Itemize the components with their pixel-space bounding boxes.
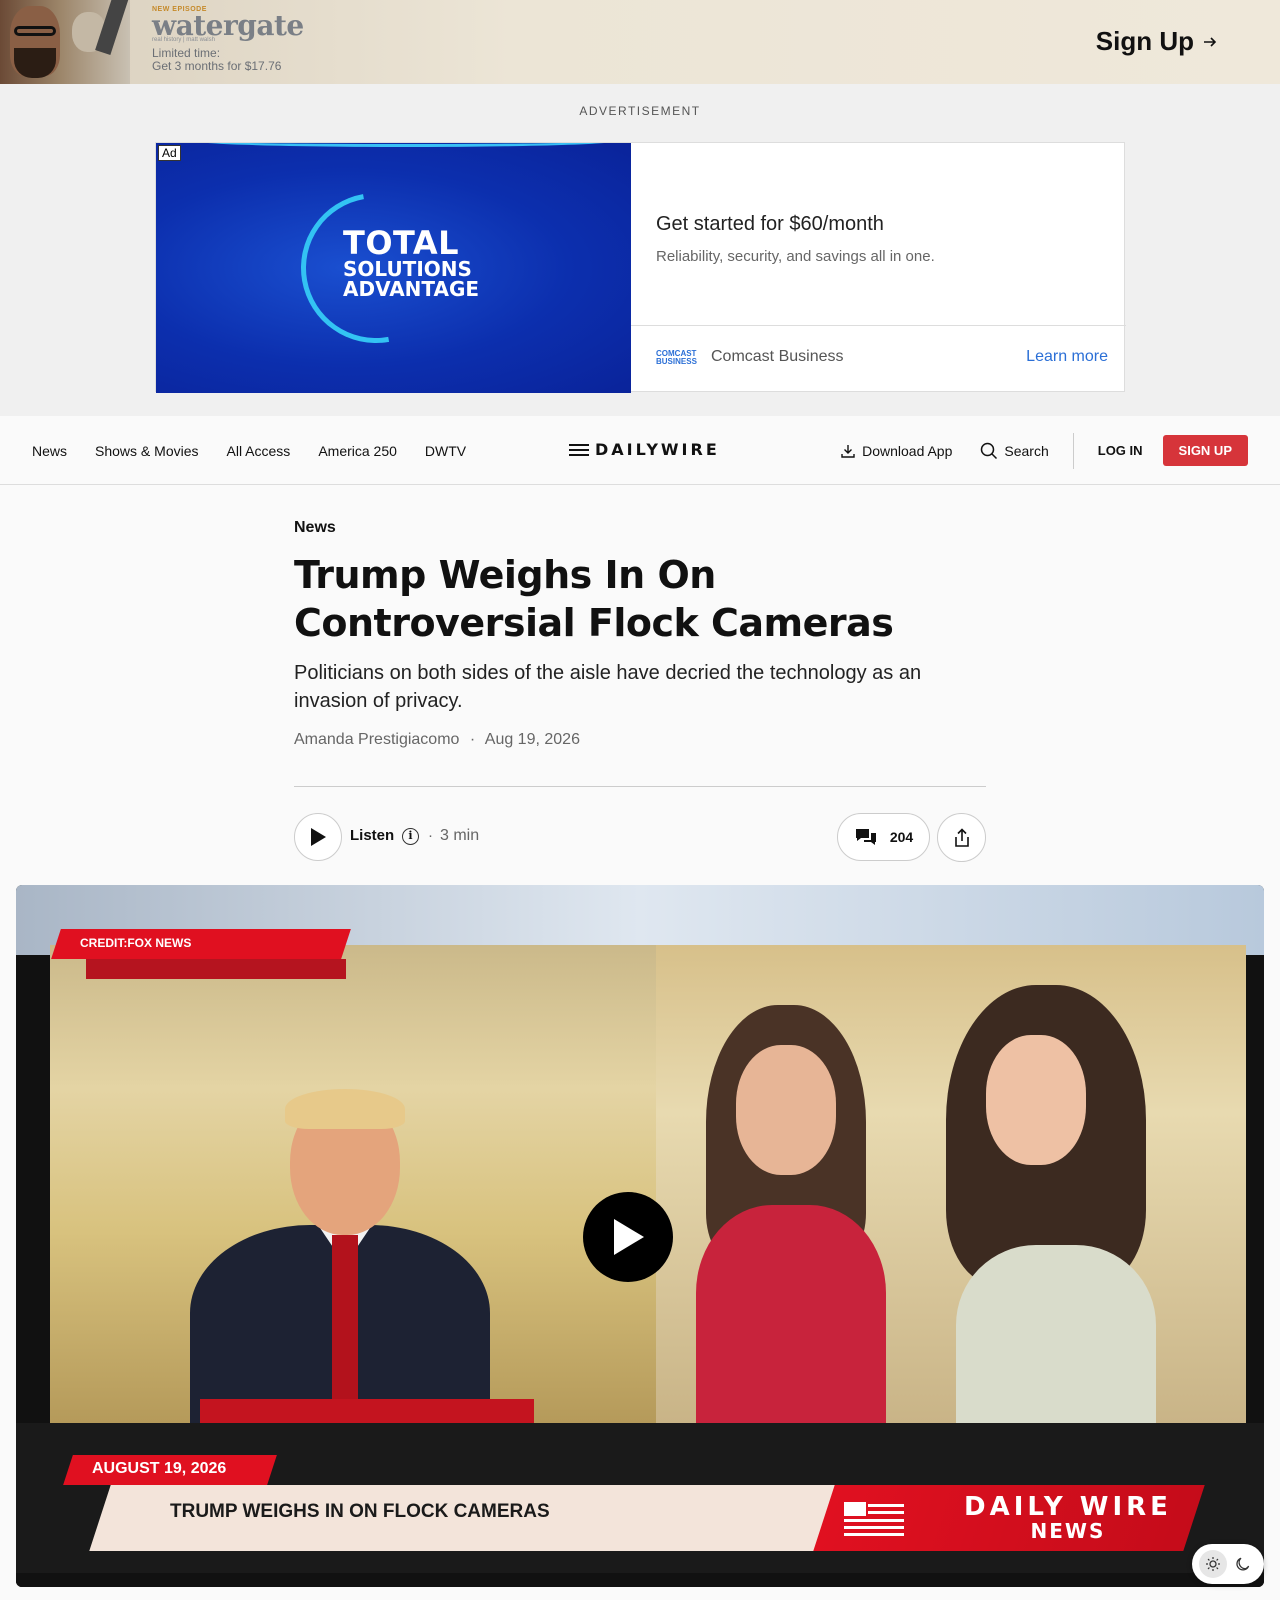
logo-mark-icon	[569, 443, 589, 456]
ad-headline[interactable]: Get started for $60/month	[656, 213, 935, 236]
listen-play-button[interactable]	[294, 813, 342, 861]
ad-card[interactable]: Ad TOTAL SOLUTIONS ADVANTAGE Get started…	[155, 142, 1126, 393]
lower-third-headline: TRUMP WEIGHS IN ON FLOCK CAMERAS	[170, 1501, 550, 1522]
ad-footer: COMCAST BUSINESS Comcast Business Learn …	[631, 325, 1126, 393]
moon-icon[interactable]	[1229, 1550, 1257, 1578]
sun-icon[interactable]	[1199, 1550, 1227, 1578]
download-app-link[interactable]: Download App	[840, 443, 952, 459]
download-icon	[841, 444, 855, 458]
arrow-right-icon	[1204, 36, 1217, 47]
search-icon	[981, 442, 998, 459]
brand-line1: DAILY WIRE	[964, 1492, 1172, 1522]
learn-more-link[interactable]: Learn more	[1026, 348, 1108, 366]
brand-line2: NEWS	[1030, 1519, 1106, 1543]
search-label: Search	[1004, 442, 1049, 459]
nav-links: News Shows & Movies All Access America 2…	[32, 416, 466, 485]
nav-actions: Download App Search LOG IN SIGN UP	[840, 416, 1248, 485]
ad-visual-line3: ADVANTAGE	[343, 277, 480, 301]
video-person-center	[696, 1005, 886, 1425]
theme-toggle[interactable]	[1192, 1544, 1264, 1584]
advertiser-name: Comcast Business	[711, 348, 844, 365]
comments-button[interactable]: 204	[837, 813, 930, 861]
video-lower-third: AUGUST 19, 2026 TRUMP WEIGHS IN ON FLOCK…	[16, 1423, 1264, 1587]
listen-separator: ·	[428, 827, 433, 844]
promo-signup-button[interactable]: Sign Up	[1096, 26, 1218, 57]
promo-banner[interactable]: NEW EPISODE watergate real history | mat…	[0, 0, 1280, 84]
advertiser-logo-line2: BUSINESS	[656, 357, 697, 366]
lower-third-date: AUGUST 19, 2026	[92, 1460, 227, 1477]
share-icon	[954, 827, 969, 847]
listen-label[interactable]: Listen	[350, 827, 394, 844]
site-nav: News Shows & Movies All Access America 2…	[0, 416, 1280, 485]
ad-visual[interactable]: Ad TOTAL SOLUTIONS ADVANTAGE	[156, 143, 631, 393]
signup-button[interactable]: SIGN UP	[1162, 435, 1248, 466]
video-play-button[interactable]	[583, 1192, 673, 1282]
share-button[interactable]	[937, 813, 986, 862]
author-name[interactable]: Amanda Prestigiacomo	[294, 731, 459, 748]
nav-link-dwtv[interactable]: DWTV	[425, 443, 466, 459]
login-button[interactable]: LOG IN	[1098, 443, 1143, 458]
article-category[interactable]: News	[294, 519, 336, 537]
promo-text: NEW EPISODE watergate real history | mat…	[152, 6, 304, 73]
flag-icon	[844, 1502, 904, 1536]
comments-icon	[855, 829, 876, 845]
promo-title: watergate	[152, 9, 304, 42]
dailywire-logo[interactable]: DAILYWIRE	[569, 440, 720, 459]
video-person-right	[946, 985, 1176, 1445]
logo-text: DAILYWIRE	[595, 440, 720, 459]
search-button[interactable]: Search	[980, 442, 1049, 460]
ad-zone: ADVERTISEMENT Ad TOTAL SOLUTIONS ADVANTA…	[0, 84, 1280, 416]
play-icon	[311, 828, 326, 846]
ad-badge: Ad	[158, 145, 181, 161]
video-credit: CREDIT:FOX NEWS	[80, 936, 192, 950]
nav-link-america-250[interactable]: America 250	[318, 443, 397, 459]
nav-link-all-access[interactable]: All Access	[227, 443, 291, 459]
nav-divider	[1072, 432, 1074, 469]
comment-count: 204	[889, 829, 914, 845]
video-player[interactable]: CREDIT:FOX NEWS AUGUST 19, 2026 TRUMP WE…	[16, 885, 1264, 1587]
download-app-label: Download App	[862, 442, 953, 459]
promo-offer-line2: Get 3 months for $17.76	[152, 59, 282, 73]
promo-signup-label: Sign Up	[1095, 26, 1194, 56]
video-person-left	[190, 1089, 490, 1445]
article-dek: Politicians on both sides of the aisle h…	[294, 662, 922, 712]
article-actions: Listen i · 3 min 204	[294, 813, 986, 862]
video-frame-left	[50, 945, 656, 1445]
ad-visual-text: TOTAL SOLUTIONS ADVANTAGE	[343, 227, 479, 299]
video-bottom-strip	[16, 1573, 1264, 1587]
ad-visual-line2: SOLUTIONS	[343, 257, 472, 281]
ad-visual-line1: TOTAL	[343, 224, 460, 262]
ad-copy[interactable]: Get started for $60/month Reliability, s…	[656, 213, 935, 265]
publish-date: Aug 19, 2026	[484, 731, 580, 748]
ad-label: ADVERTISEMENT	[579, 104, 701, 118]
header-divider	[294, 786, 986, 787]
byline: Amanda Prestigiacomo · Aug 19, 2026	[294, 731, 580, 749]
live-bar	[86, 959, 346, 979]
comcast-business-logo: COMCAST BUSINESS	[656, 350, 697, 366]
byline-separator: ·	[469, 731, 476, 748]
listen-duration: 3 min	[440, 827, 480, 844]
nav-link-shows-movies[interactable]: Shows & Movies	[95, 443, 198, 459]
info-icon[interactable]: i	[402, 828, 419, 845]
nav-link-news[interactable]: News	[32, 443, 67, 459]
article-headline: Trump Weighs In On Controversial Flock C…	[294, 553, 894, 645]
breaking-news-strip	[200, 1399, 534, 1423]
play-icon	[614, 1219, 644, 1255]
promo-photo	[0, 0, 130, 84]
ad-description: Reliability, security, and savings all i…	[656, 248, 935, 265]
dailywire-news-brand: DAILY WIRE NEWS	[964, 1492, 1172, 1543]
